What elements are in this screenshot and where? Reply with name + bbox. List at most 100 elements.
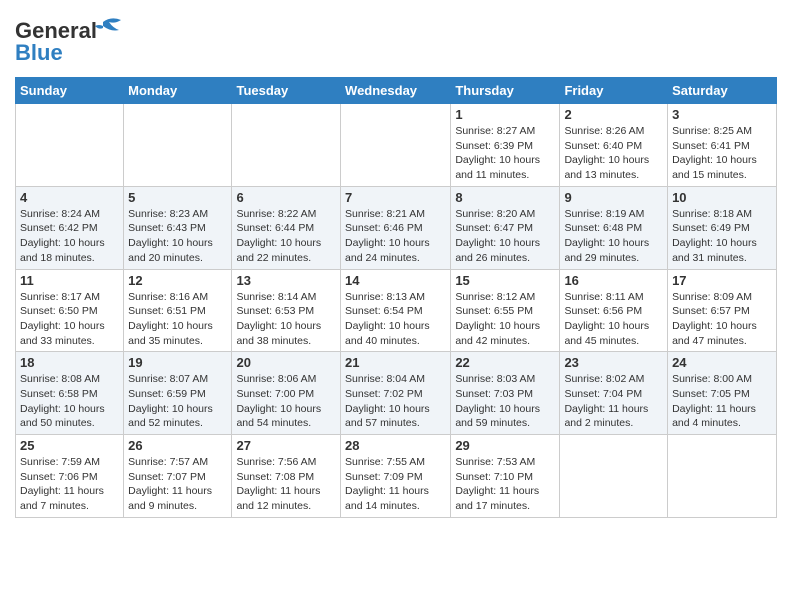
calendar-cell: 27 Sunrise: 7:56 AM Sunset: 7:08 PM Dayli… bbox=[232, 435, 341, 518]
cell-day-number: 17 bbox=[672, 273, 772, 288]
cell-day-number: 19 bbox=[128, 355, 227, 370]
cell-day-number: 29 bbox=[455, 438, 555, 453]
calendar-cell bbox=[232, 104, 341, 187]
svg-text:Blue: Blue bbox=[15, 40, 63, 65]
cell-daylight-info: Sunrise: 8:00 AM Sunset: 7:05 PM Dayligh… bbox=[672, 372, 772, 431]
cell-daylight-info: Sunrise: 8:19 AM Sunset: 6:48 PM Dayligh… bbox=[564, 207, 663, 266]
cell-day-number: 27 bbox=[236, 438, 336, 453]
cell-day-number: 18 bbox=[20, 355, 119, 370]
cell-daylight-info: Sunrise: 8:26 AM Sunset: 6:40 PM Dayligh… bbox=[564, 124, 663, 183]
cell-daylight-info: Sunrise: 8:14 AM Sunset: 6:53 PM Dayligh… bbox=[236, 290, 336, 349]
col-header-wednesday: Wednesday bbox=[341, 78, 451, 104]
logo-text: General Blue bbox=[15, 14, 125, 71]
cell-day-number: 9 bbox=[564, 190, 663, 205]
col-header-saturday: Saturday bbox=[668, 78, 777, 104]
calendar-cell: 17 Sunrise: 8:09 AM Sunset: 6:57 PM Dayli… bbox=[668, 269, 777, 352]
cell-day-number: 15 bbox=[455, 273, 555, 288]
calendar-cell: 28 Sunrise: 7:55 AM Sunset: 7:09 PM Dayli… bbox=[341, 435, 451, 518]
calendar-cell: 2 Sunrise: 8:26 AM Sunset: 6:40 PM Daylig… bbox=[560, 104, 668, 187]
calendar-cell: 4 Sunrise: 8:24 AM Sunset: 6:42 PM Daylig… bbox=[16, 186, 124, 269]
calendar-week-row: 11Sunrise: 8:17 AM Sunset: 6:50 PM Dayli… bbox=[16, 269, 777, 352]
cell-day-number: 11 bbox=[20, 273, 119, 288]
cell-daylight-info: Sunrise: 8:08 AM Sunset: 6:58 PM Dayligh… bbox=[20, 372, 119, 431]
cell-daylight-info: Sunrise: 8:21 AM Sunset: 6:46 PM Dayligh… bbox=[345, 207, 446, 266]
cell-day-number: 5 bbox=[128, 190, 227, 205]
calendar-week-row: 18 Sunrise: 8:08 AM Sunset: 6:58 PM Dayli… bbox=[16, 352, 777, 435]
calendar-week-row: 4 Sunrise: 8:24 AM Sunset: 6:42 PM Daylig… bbox=[16, 186, 777, 269]
cell-daylight-info: Sunrise: 7:53 AM Sunset: 7:10 PM Dayligh… bbox=[455, 455, 555, 514]
cell-day-number: 23 bbox=[564, 355, 663, 370]
cell-day-number: 2 bbox=[564, 107, 663, 122]
calendar-cell bbox=[341, 104, 451, 187]
cell-daylight-info: Sunrise: 8:20 AM Sunset: 6:47 PM Dayligh… bbox=[455, 207, 555, 266]
cell-day-number: 12 bbox=[128, 273, 227, 288]
cell-daylight-info: Sunrise: 8:07 AM Sunset: 6:59 PM Dayligh… bbox=[128, 372, 227, 431]
cell-daylight-info: Sunrise: 8:09 AM Sunset: 6:57 PM Dayligh… bbox=[672, 290, 772, 349]
calendar-cell: 6 Sunrise: 8:22 AM Sunset: 6:44 PM Daylig… bbox=[232, 186, 341, 269]
cell-daylight-info: Sunrise: 8:22 AM Sunset: 6:44 PM Dayligh… bbox=[236, 207, 336, 266]
cell-day-number: 3 bbox=[672, 107, 772, 122]
cell-daylight-info: Sunrise: 8:24 AM Sunset: 6:42 PM Dayligh… bbox=[20, 207, 119, 266]
calendar-cell: 22Sunrise: 8:03 AM Sunset: 7:03 PM Dayli… bbox=[451, 352, 560, 435]
cell-daylight-info: Sunrise: 8:25 AM Sunset: 6:41 PM Dayligh… bbox=[672, 124, 772, 183]
calendar-cell: 25Sunrise: 7:59 AM Sunset: 7:06 PM Dayli… bbox=[16, 435, 124, 518]
calendar-cell bbox=[124, 104, 232, 187]
calendar-cell: 26 Sunrise: 7:57 AM Sunset: 7:07 PM Dayli… bbox=[124, 435, 232, 518]
calendar-cell: 20Sunrise: 8:06 AM Sunset: 7:00 PM Dayli… bbox=[232, 352, 341, 435]
cell-daylight-info: Sunrise: 8:12 AM Sunset: 6:55 PM Dayligh… bbox=[455, 290, 555, 349]
calendar-table: Sunday Monday Tuesday Wednesday Thursday… bbox=[15, 77, 777, 518]
cell-daylight-info: Sunrise: 8:27 AM Sunset: 6:39 PM Dayligh… bbox=[455, 124, 555, 183]
calendar-page: General Blue Sunday Monday Tuesday Wedne… bbox=[0, 0, 792, 528]
calendar-cell: 13 Sunrise: 8:14 AM Sunset: 6:53 PM Dayli… bbox=[232, 269, 341, 352]
cell-day-number: 22 bbox=[455, 355, 555, 370]
cell-day-number: 6 bbox=[236, 190, 336, 205]
logo: General Blue bbox=[15, 14, 125, 71]
calendar-header-row: Sunday Monday Tuesday Wednesday Thursday… bbox=[16, 78, 777, 104]
cell-daylight-info: Sunrise: 7:59 AM Sunset: 7:06 PM Dayligh… bbox=[20, 455, 119, 514]
calendar-cell: 7 Sunrise: 8:21 AM Sunset: 6:46 PM Daylig… bbox=[341, 186, 451, 269]
calendar-week-row: 25Sunrise: 7:59 AM Sunset: 7:06 PM Dayli… bbox=[16, 435, 777, 518]
calendar-cell: 18 Sunrise: 8:08 AM Sunset: 6:58 PM Dayli… bbox=[16, 352, 124, 435]
cell-day-number: 8 bbox=[455, 190, 555, 205]
cell-daylight-info: Sunrise: 8:11 AM Sunset: 6:56 PM Dayligh… bbox=[564, 290, 663, 349]
calendar-cell: 8 Sunrise: 8:20 AM Sunset: 6:47 PM Daylig… bbox=[451, 186, 560, 269]
cell-daylight-info: Sunrise: 7:57 AM Sunset: 7:07 PM Dayligh… bbox=[128, 455, 227, 514]
calendar-cell: 19 Sunrise: 8:07 AM Sunset: 6:59 PM Dayli… bbox=[124, 352, 232, 435]
cell-day-number: 10 bbox=[672, 190, 772, 205]
cell-day-number: 16 bbox=[564, 273, 663, 288]
cell-day-number: 13 bbox=[236, 273, 336, 288]
cell-daylight-info: Sunrise: 8:04 AM Sunset: 7:02 PM Dayligh… bbox=[345, 372, 446, 431]
cell-day-number: 7 bbox=[345, 190, 446, 205]
cell-daylight-info: Sunrise: 8:18 AM Sunset: 6:49 PM Dayligh… bbox=[672, 207, 772, 266]
cell-daylight-info: Sunrise: 8:02 AM Sunset: 7:04 PM Dayligh… bbox=[564, 372, 663, 431]
cell-daylight-info: Sunrise: 7:55 AM Sunset: 7:09 PM Dayligh… bbox=[345, 455, 446, 514]
calendar-cell: 5 Sunrise: 8:23 AM Sunset: 6:43 PM Daylig… bbox=[124, 186, 232, 269]
cell-day-number: 1 bbox=[455, 107, 555, 122]
col-header-monday: Monday bbox=[124, 78, 232, 104]
calendar-cell: 15 Sunrise: 8:12 AM Sunset: 6:55 PM Dayli… bbox=[451, 269, 560, 352]
cell-daylight-info: Sunrise: 8:13 AM Sunset: 6:54 PM Dayligh… bbox=[345, 290, 446, 349]
calendar-cell: 3 Sunrise: 8:25 AM Sunset: 6:41 PM Daylig… bbox=[668, 104, 777, 187]
calendar-cell bbox=[668, 435, 777, 518]
cell-day-number: 28 bbox=[345, 438, 446, 453]
calendar-cell: 29 Sunrise: 7:53 AM Sunset: 7:10 PM Dayli… bbox=[451, 435, 560, 518]
cell-day-number: 14 bbox=[345, 273, 446, 288]
calendar-cell: 1 Sunrise: 8:27 AM Sunset: 6:39 PM Daylig… bbox=[451, 104, 560, 187]
col-header-friday: Friday bbox=[560, 78, 668, 104]
cell-daylight-info: Sunrise: 7:56 AM Sunset: 7:08 PM Dayligh… bbox=[236, 455, 336, 514]
cell-daylight-info: Sunrise: 8:23 AM Sunset: 6:43 PM Dayligh… bbox=[128, 207, 227, 266]
calendar-cell: 12Sunrise: 8:16 AM Sunset: 6:51 PM Dayli… bbox=[124, 269, 232, 352]
calendar-cell: 10 Sunrise: 8:18 AM Sunset: 6:49 PM Dayli… bbox=[668, 186, 777, 269]
header-row: General Blue bbox=[15, 10, 777, 71]
cell-day-number: 20 bbox=[236, 355, 336, 370]
calendar-cell bbox=[560, 435, 668, 518]
cell-day-number: 26 bbox=[128, 438, 227, 453]
calendar-cell: 21 Sunrise: 8:04 AM Sunset: 7:02 PM Dayli… bbox=[341, 352, 451, 435]
calendar-cell: 9 Sunrise: 8:19 AM Sunset: 6:48 PM Daylig… bbox=[560, 186, 668, 269]
cell-day-number: 21 bbox=[345, 355, 446, 370]
col-header-tuesday: Tuesday bbox=[232, 78, 341, 104]
calendar-week-row: 1 Sunrise: 8:27 AM Sunset: 6:39 PM Daylig… bbox=[16, 104, 777, 187]
calendar-cell: 24Sunrise: 8:00 AM Sunset: 7:05 PM Dayli… bbox=[668, 352, 777, 435]
cell-day-number: 4 bbox=[20, 190, 119, 205]
calendar-cell: 11Sunrise: 8:17 AM Sunset: 6:50 PM Dayli… bbox=[16, 269, 124, 352]
